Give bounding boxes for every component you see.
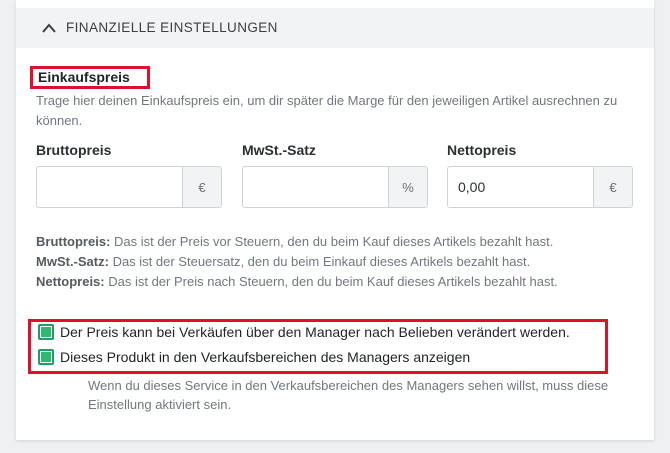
info-mwst: MwSt.-Satz: Das ist der Steuersatz, den … bbox=[36, 252, 646, 272]
info-mwst-term: MwSt.-Satz: bbox=[36, 254, 109, 269]
brutto-currency-addon: € bbox=[182, 167, 221, 207]
price-info: Bruttopreis: Das ist der Preis vor Steue… bbox=[36, 232, 646, 292]
brutto-input-group: € bbox=[36, 166, 222, 208]
financial-settings-card: FINANZIELLE EINSTELLUNGEN Einkaufspreis … bbox=[16, 0, 654, 440]
section-title: FINANZIELLE EINSTELLUNGEN bbox=[66, 20, 278, 35]
chevron-up-icon[interactable] bbox=[40, 20, 58, 36]
purchase-description: Trage hier deinen Einkaufspreis ein, um … bbox=[36, 93, 618, 128]
mwst-percent-addon: % bbox=[388, 167, 427, 207]
show-product-hint: Wenn du dieses Service in den Verkaufsbe… bbox=[88, 378, 609, 412]
section-header[interactable]: FINANZIELLE EINSTELLUNGEN bbox=[16, 8, 654, 48]
info-netto: Nettopreis: Das ist der Preis nach Steue… bbox=[36, 272, 646, 292]
info-netto-text: Das ist der Preis nach Steuern, den du b… bbox=[104, 274, 558, 289]
checkbox-show-product[interactable] bbox=[38, 349, 54, 365]
option-price-changeable-label: Der Preis kann bei Verkäufen über den Ma… bbox=[60, 324, 570, 340]
info-mwst-text: Das ist der Steuersatz, den du beim Eink… bbox=[108, 254, 531, 269]
netto-input-group: € bbox=[447, 166, 633, 208]
option-show-product-label: Dieses Produkt in den Verkaufsbereichen … bbox=[60, 349, 471, 365]
option-price-changeable[interactable]: Der Preis kann bei Verkäufen über den Ma… bbox=[38, 322, 570, 342]
checkbox-checked-mark bbox=[41, 327, 51, 337]
info-brutto: Bruttopreis: Das ist der Preis vor Steue… bbox=[36, 232, 646, 252]
netto-input[interactable] bbox=[448, 167, 593, 207]
brutto-input[interactable] bbox=[37, 167, 182, 207]
mwst-label: MwSt.-Satz bbox=[242, 142, 316, 158]
checkbox-price-changeable[interactable] bbox=[38, 324, 54, 340]
option-show-product[interactable]: Dieses Produkt in den Verkaufsbereichen … bbox=[38, 347, 470, 367]
info-brutto-term: Bruttopreis: bbox=[36, 234, 111, 249]
brutto-label: Bruttopreis bbox=[36, 142, 112, 158]
netto-currency-addon: € bbox=[593, 167, 632, 207]
checkbox-checked-mark bbox=[41, 352, 51, 362]
purchase-title: Einkaufspreis bbox=[38, 69, 130, 85]
info-brutto-text: Das ist der Preis vor Steuern, den du be… bbox=[110, 234, 554, 249]
mwst-input-group: % bbox=[242, 166, 428, 208]
netto-label: Nettopreis bbox=[447, 142, 517, 158]
info-netto-term: Nettopreis: bbox=[36, 274, 105, 289]
mwst-input[interactable] bbox=[243, 167, 388, 207]
